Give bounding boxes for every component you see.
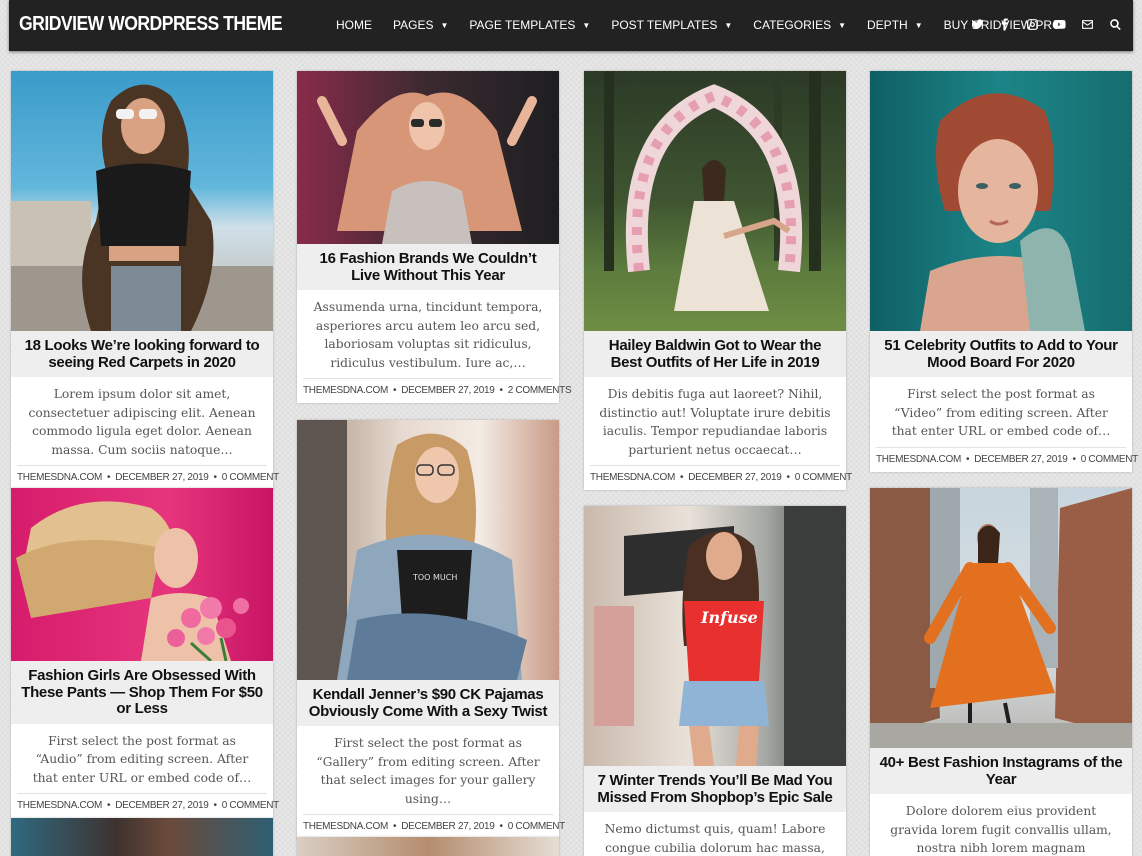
nav-label: PAGE TEMPLATES: [469, 18, 576, 32]
social-icons: [957, 15, 1123, 33]
shirt-print-text: Infuse: [700, 608, 758, 627]
post-comments[interactable]: 0 COMMENT: [795, 472, 853, 483]
post-card: 16 Fashion Brands We Couldn’t Live Witho…: [297, 71, 572, 403]
post-card: 51 Celebrity Outfits to Add to Your Mood…: [870, 71, 1138, 472]
post-excerpt: Dis debitis fuga aut laoreet? Nihil, dis…: [584, 377, 846, 465]
post-comments[interactable]: 0 COMMENT: [222, 800, 280, 811]
nav-label: DEPTH: [867, 18, 908, 32]
post-meta: THEMESDNA.COM • DECEMBER 27, 2019 • 0 COMMEN…: [17, 465, 279, 490]
post-author-site[interactable]: THEMESDNA.COM: [17, 800, 102, 811]
nav-item-home[interactable]: HOME: [336, 18, 372, 32]
post-thumbnail[interactable]: [11, 818, 273, 856]
post-meta: THEMESDNA.COM • DECEMBER 27, 2019 • 0 COMMEN…: [17, 793, 279, 818]
post-date[interactable]: DECEMBER 27, 2019: [688, 472, 782, 483]
post-thumbnail[interactable]: [584, 71, 846, 331]
post-card: Hailey Baldwin Got to Wear the Best Outf…: [584, 71, 852, 490]
post-thumbnail[interactable]: [870, 488, 1132, 748]
post-author-site[interactable]: THEMESDNA.COM: [876, 454, 961, 465]
post-author-site[interactable]: THEMESDNA.COM: [303, 821, 388, 832]
post-date[interactable]: DECEMBER 27, 2019: [401, 385, 495, 396]
caret-down-icon: ▼: [914, 20, 923, 30]
search-icon[interactable]: [1107, 15, 1123, 33]
post-thumbnail[interactable]: TOO MUCH: [297, 420, 559, 680]
post-meta: THEMESDNA.COM • DECEMBER 27, 2019 • 0 COMMEN…: [590, 465, 852, 490]
post-date[interactable]: DECEMBER 27, 2019: [974, 454, 1068, 465]
youtube-icon[interactable]: [1052, 15, 1068, 33]
nav-label: POST TEMPLATES: [611, 18, 718, 32]
post-title[interactable]: 16 Fashion Brands We Couldn’t Live Witho…: [297, 244, 559, 290]
caret-down-icon: ▼: [724, 20, 733, 30]
twitter-icon[interactable]: [969, 15, 985, 33]
post-excerpt: First select the post format as “Audio” …: [11, 723, 273, 793]
caret-down-icon: ▼: [440, 20, 449, 30]
post-thumbnail[interactable]: [297, 837, 559, 856]
post-card: [11, 818, 273, 856]
post-comments[interactable]: 2 COMMENTS: [508, 385, 572, 396]
post-author-site[interactable]: THEMESDNA.COM: [590, 472, 675, 483]
post-date[interactable]: DECEMBER 27, 2019: [115, 800, 209, 811]
post-card: Infuse 7 Winter Trends You’ll Be Mad You…: [584, 506, 846, 856]
post-excerpt: Assumenda urna, tincidunt tempora, asper…: [297, 290, 559, 378]
post-thumbnail[interactable]: [870, 71, 1132, 331]
post-date[interactable]: DECEMBER 27, 2019: [401, 821, 495, 832]
post-excerpt: First select the post format as “Video” …: [870, 377, 1132, 447]
post-meta: THEMESDNA.COM • DECEMBER 27, 2019 • 0 COMMEN…: [876, 446, 1138, 472]
post-title[interactable]: Fashion Girls Are Obsessed With These Pa…: [11, 661, 273, 724]
post-title[interactable]: 51 Celebrity Outfits to Add to Your Mood…: [870, 331, 1132, 377]
post-card: [297, 837, 559, 856]
post-comments[interactable]: 0 COMMENT: [222, 472, 280, 483]
post-card: 18 Looks We’re looking forward to seeing…: [11, 71, 279, 490]
post-card: 40+ Best Fashion Instagrams of the Year …: [870, 488, 1132, 856]
post-comments[interactable]: 0 COMMENT: [1081, 454, 1139, 465]
post-date[interactable]: DECEMBER 27, 2019: [115, 472, 209, 483]
post-card: Fashion Girls Are Obsessed With These Pa…: [11, 488, 279, 818]
post-author-site[interactable]: THEMESDNA.COM: [17, 472, 102, 483]
post-comments[interactable]: 0 COMMENT: [508, 821, 566, 832]
post-title[interactable]: 7 Winter Trends You’ll Be Mad You Missed…: [584, 766, 846, 812]
nav-item-pages[interactable]: PAGES ▼: [393, 18, 448, 32]
nav-item-post-templates[interactable]: POST TEMPLATES ▼: [611, 18, 732, 32]
top-navigation-bar: GRIDVIEW WORDPRESS THEME HOME PAGES ▼ PAG…: [9, 0, 1133, 51]
post-title[interactable]: 40+ Best Fashion Instagrams of the Year: [870, 748, 1132, 794]
facebook-icon[interactable]: [997, 15, 1013, 33]
nav-item-depth[interactable]: DEPTH ▼: [867, 18, 923, 32]
nav-label: PAGES: [393, 18, 434, 32]
instagram-icon[interactable]: [1024, 15, 1040, 33]
caret-down-icon: ▼: [582, 20, 591, 30]
nav-label: HOME: [336, 18, 372, 32]
post-meta: THEMESDNA.COM • DECEMBER 27, 2019 • 2 COMMEN…: [303, 378, 572, 403]
post-thumbnail[interactable]: [297, 71, 559, 244]
post-meta: THEMESDNA.COM • DECEMBER 27, 2019 • 0 COMMEN…: [303, 814, 565, 839]
post-title[interactable]: Hailey Baldwin Got to Wear the Best Outf…: [584, 331, 846, 377]
nav-label: CATEGORIES: [753, 18, 832, 32]
post-thumbnail[interactable]: Infuse: [584, 506, 846, 766]
post-excerpt: First select the post format as “Gallery…: [297, 726, 559, 814]
post-excerpt: Nemo dictumst quis, quam! Labore congue …: [584, 812, 846, 856]
post-excerpt: Dolore dolorem eius provident gravida lo…: [870, 794, 1132, 856]
nav-item-page-templates[interactable]: PAGE TEMPLATES ▼: [469, 18, 590, 32]
post-card: TOO MUCH Kendall Jenner’s $90 CK Pajamas…: [297, 420, 565, 839]
tee-print-text: TOO MUCH: [412, 573, 457, 582]
site-title[interactable]: GRIDVIEW WORDPRESS THEME: [19, 13, 283, 36]
email-icon[interactable]: [1079, 15, 1095, 33]
post-thumbnail[interactable]: [11, 71, 273, 331]
post-title[interactable]: Kendall Jenner’s $90 CK Pajamas Obviousl…: [297, 680, 559, 726]
post-author-site[interactable]: THEMESDNA.COM: [303, 385, 388, 396]
caret-down-icon: ▼: [838, 20, 847, 30]
post-thumbnail[interactable]: [11, 488, 273, 661]
post-title[interactable]: 18 Looks We’re looking forward to seeing…: [11, 331, 273, 377]
post-excerpt: Lorem ipsum dolor sit amet, consectetuer…: [11, 377, 273, 465]
nav-item-categories[interactable]: CATEGORIES ▼: [753, 18, 846, 32]
